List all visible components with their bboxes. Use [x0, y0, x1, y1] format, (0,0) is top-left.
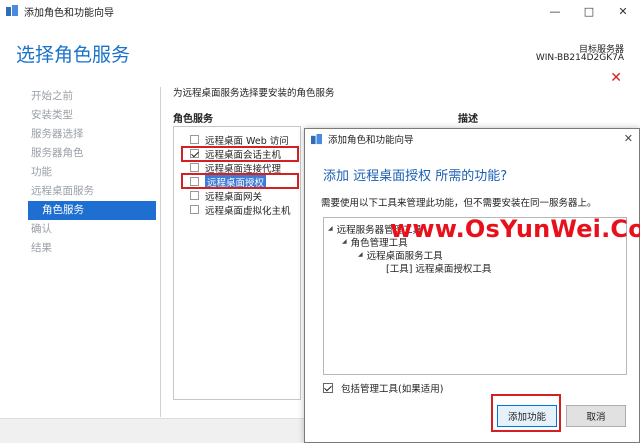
- role-label: 远程桌面虚拟化主机: [205, 205, 291, 217]
- role-checkbox[interactable]: [190, 191, 199, 200]
- dialog-description: 需要使用以下工具来管理此功能，但不需要安装在同一服务器上。: [321, 198, 597, 209]
- server-manager-icon: [6, 5, 18, 16]
- role-checkbox[interactable]: [190, 135, 199, 144]
- role-item-gateway[interactable]: 远程桌面网关: [190, 189, 263, 203]
- include-tools-label: 包括管理工具(如果适用): [341, 384, 444, 395]
- nav-item-server-roles[interactable]: 服务器角色: [28, 144, 156, 163]
- close-icon[interactable]: ✕: [606, 0, 640, 22]
- role-label: 远程桌面网关: [205, 191, 263, 203]
- add-features-dialog: 添加角色和功能向导 ✕ 添加 远程桌面授权 所需的功能? 需要使用以下工具来管理…: [304, 128, 640, 443]
- watermark-text: www.OsYunWei.Com: [390, 215, 640, 243]
- minimize-icon[interactable]: —: [538, 0, 572, 22]
- nav-item-install-type[interactable]: 安装类型: [28, 106, 156, 125]
- roles-header: 角色服务: [173, 114, 213, 125]
- maximize-icon[interactable]: □: [572, 0, 606, 22]
- role-label: 远程桌面 Web 访问: [205, 135, 289, 147]
- role-checkbox[interactable]: [190, 163, 199, 172]
- close-icon[interactable]: ✕: [624, 132, 633, 145]
- tree-node-label: 远程桌面服务工具: [366, 250, 443, 262]
- dialog-title: 添加角色和功能向导: [328, 135, 414, 146]
- tree-node[interactable]: ◢ 远程桌面服务工具: [358, 248, 443, 262]
- tree-node[interactable]: [工具] 远程桌面授权工具: [386, 261, 492, 275]
- nav-item-results[interactable]: 结果: [28, 239, 156, 258]
- wizard-nav: 开始之前 安装类型 服务器选择 服务器角色 功能 远程桌面服务 角色服务 确认 …: [28, 87, 156, 258]
- target-server-name: WIN-BB214D2GK7A: [535, 53, 624, 63]
- role-services-list[interactable]: 远程桌面 Web 访问 远程桌面会话主机 远程桌面连接代理 远程桌面授权 远程桌…: [173, 126, 301, 400]
- cancel-button[interactable]: 取消: [566, 405, 626, 427]
- dialog-titlebar: 添加角色和功能向导: [305, 129, 639, 149]
- role-item-virtualization-host[interactable]: 远程桌面虚拟化主机: [190, 203, 291, 217]
- nav-item-before-you-begin[interactable]: 开始之前: [28, 87, 156, 106]
- include-tools-option[interactable]: 包括管理工具(如果适用): [323, 381, 443, 395]
- dialog-heading: 添加 远程桌面授权 所需的功能?: [323, 169, 508, 184]
- window-controls: — □ ✕: [538, 0, 640, 22]
- highlight-box-add-button: [491, 394, 561, 432]
- include-tools-checkbox[interactable]: [323, 383, 333, 393]
- wizard-window: 添加角色和功能向导 — □ ✕ 选择角色服务 目标服务器 WIN-BB214D2…: [0, 0, 640, 443]
- page-header: 选择角色服务 目标服务器 WIN-BB214D2GK7A ✕: [0, 22, 640, 86]
- expand-triangle-icon[interactable]: ◢: [328, 225, 333, 232]
- role-item-web-access[interactable]: 远程桌面 Web 访问: [190, 133, 289, 147]
- expand-triangle-icon[interactable]: ◢: [342, 238, 347, 245]
- error-icon: ✕: [610, 70, 622, 86]
- highlight-box-session-host: [181, 146, 299, 162]
- tree-node-label: [工具] 远程桌面授权工具: [386, 263, 492, 275]
- nav-item-confirmation[interactable]: 确认: [28, 220, 156, 239]
- nav-divider: [160, 87, 161, 417]
- server-manager-icon: [311, 133, 322, 144]
- instruction-text: 为远程桌面服务选择要安装的角色服务: [173, 88, 335, 99]
- nav-item-role-services[interactable]: 角色服务: [28, 201, 156, 220]
- nav-item-features[interactable]: 功能: [28, 163, 156, 182]
- expand-triangle-icon[interactable]: ◢: [358, 251, 363, 258]
- highlight-box-licensing: [181, 173, 299, 189]
- window-title: 添加角色和功能向导: [24, 7, 114, 19]
- role-checkbox[interactable]: [190, 205, 199, 214]
- nav-item-rds[interactable]: 远程桌面服务: [28, 182, 156, 201]
- description-header: 描述: [458, 114, 478, 125]
- page-title: 选择角色服务: [16, 44, 131, 66]
- nav-item-server-selection[interactable]: 服务器选择: [28, 125, 156, 144]
